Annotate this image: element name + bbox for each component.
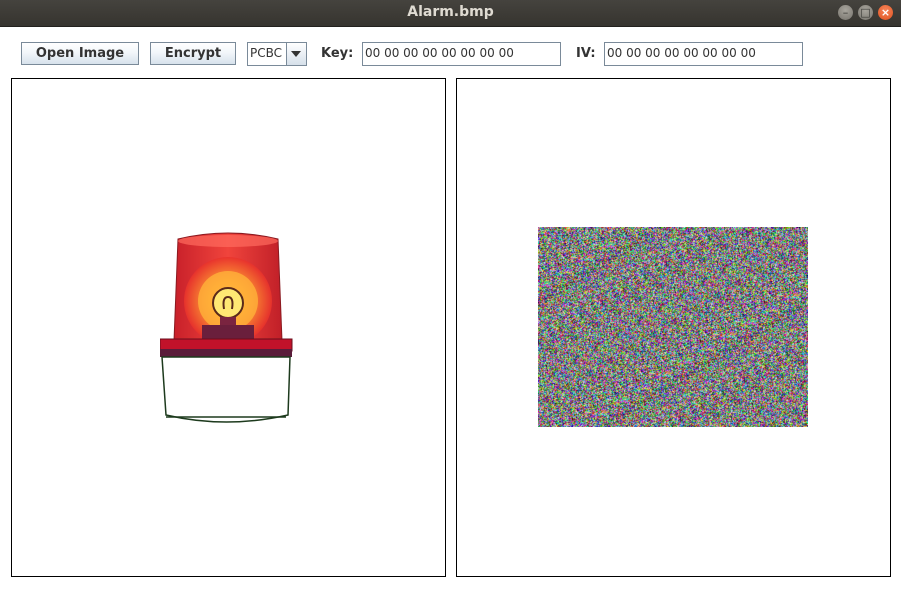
key-label: Key: (321, 46, 354, 61)
mode-select-value: PCBC (250, 46, 283, 60)
iv-label: IV: (576, 46, 596, 61)
title-bar[interactable]: Alarm.bmp – □ × (0, 0, 901, 27)
alarm-beacon-icon (160, 232, 293, 423)
open-image-button[interactable]: Open Image (21, 42, 139, 65)
window-title: Alarm.bmp (407, 4, 494, 20)
mode-select[interactable]: PCBC (247, 42, 307, 66)
close-icon[interactable]: × (878, 5, 893, 20)
original-image-panel (11, 78, 446, 577)
encrypt-button[interactable]: Encrypt (150, 42, 236, 65)
key-input[interactable]: 00 00 00 00 00 00 00 00 (362, 42, 561, 66)
chevron-down-icon[interactable] (286, 43, 306, 65)
toolbar: Open Image Encrypt PCBC Key: 00 00 00 00… (0, 27, 901, 77)
encrypted-noise-image (538, 227, 808, 427)
iv-input[interactable]: 00 00 00 00 00 00 00 00 (604, 42, 803, 66)
encrypted-image-panel (456, 78, 891, 577)
minimize-icon[interactable]: – (838, 5, 853, 20)
maximize-icon[interactable]: □ (858, 5, 873, 20)
